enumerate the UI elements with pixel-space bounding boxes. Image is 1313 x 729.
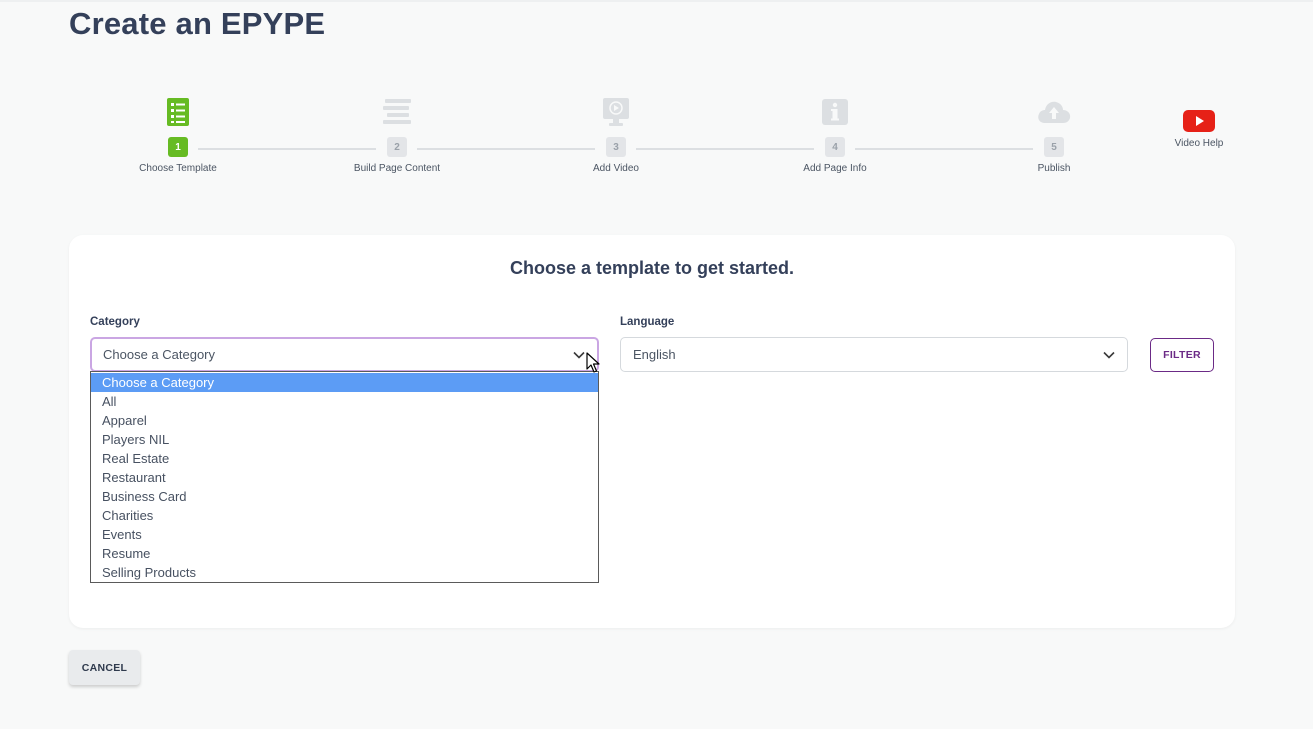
chevron-down-icon: [573, 351, 585, 359]
dropdown-option[interactable]: Charities: [91, 506, 598, 525]
step-number: 1: [168, 137, 188, 157]
text-lines-icon: [383, 99, 411, 124]
cancel-button[interactable]: CANCEL: [69, 650, 140, 685]
page-title: Create an EPYPE: [69, 6, 326, 41]
template-chooser-card: Choose a template to get started. Catego…: [69, 235, 1235, 628]
dropdown-option[interactable]: Resume: [91, 544, 598, 563]
dropdown-option[interactable]: All: [91, 392, 598, 411]
category-dropdown-list: Choose a Category All Apparel Players NI…: [90, 371, 599, 583]
cloud-upload-icon: [1038, 101, 1071, 123]
dropdown-option[interactable]: Selling Products: [91, 563, 598, 582]
video-help-label: Video Help: [1174, 138, 1224, 149]
step-label: Publish: [1037, 163, 1071, 174]
step-number: 5: [1044, 137, 1064, 157]
info-icon: [822, 99, 848, 125]
language-select-value: English: [633, 347, 676, 362]
progress-stepper: 1 Choose Template 2 Build Page Content 3…: [0, 96, 1313, 186]
dropdown-option[interactable]: Business Card: [91, 487, 598, 506]
dropdown-option[interactable]: Real Estate: [91, 449, 598, 468]
step-build-page-content[interactable]: 2 Build Page Content: [317, 96, 477, 174]
step-label: Build Page Content: [353, 163, 441, 174]
top-divider: [0, 0, 1313, 2]
step-label: Add Video: [593, 163, 639, 174]
card-title: Choose a template to get started.: [509, 258, 795, 278]
video-help-button[interactable]: Video Help: [1159, 110, 1239, 149]
category-select[interactable]: Choose a Category: [90, 337, 599, 372]
dropdown-option[interactable]: Choose a Category: [91, 373, 598, 392]
step-number: 3: [606, 137, 626, 157]
category-label: Category: [90, 316, 140, 328]
language-select[interactable]: English: [620, 337, 1128, 372]
language-label: Language: [620, 316, 675, 328]
step-publish[interactable]: 5 Publish: [974, 96, 1134, 174]
dropdown-option[interactable]: Restaurant: [91, 468, 598, 487]
category-select-value: Choose a Category: [103, 347, 216, 362]
step-choose-template[interactable]: 1 Choose Template: [98, 96, 258, 174]
checklist-icon: [167, 98, 189, 126]
youtube-icon: [1183, 110, 1215, 132]
step-add-video[interactable]: 3 Add Video: [536, 96, 696, 174]
video-monitor-icon: [603, 98, 629, 126]
step-number: 4: [825, 137, 845, 157]
chevron-down-icon: [1103, 351, 1115, 359]
dropdown-option[interactable]: Players NIL: [91, 430, 598, 449]
dropdown-option[interactable]: Apparel: [91, 411, 598, 430]
step-number: 2: [387, 137, 407, 157]
dropdown-option[interactable]: Events: [91, 525, 598, 544]
filter-button[interactable]: FILTER: [1150, 338, 1214, 372]
step-add-page-info[interactable]: 4 Add Page Info: [755, 96, 915, 174]
step-label: Add Page Info: [803, 163, 867, 174]
step-label: Choose Template: [139, 163, 217, 174]
